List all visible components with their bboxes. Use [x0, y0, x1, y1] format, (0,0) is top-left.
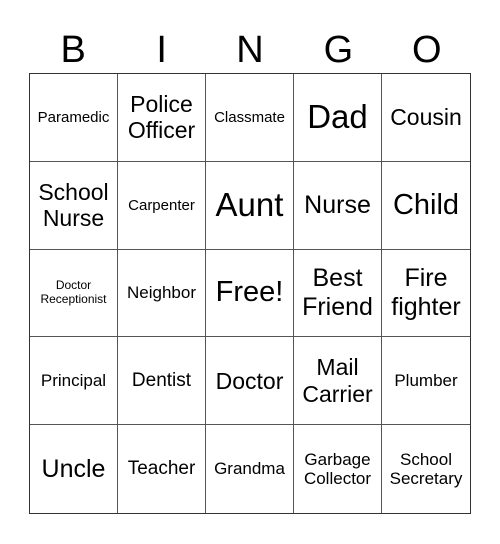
- bingo-cell-label: School Secretary: [389, 449, 463, 489]
- bingo-cell-label: Cousin: [390, 104, 462, 131]
- bingo-cell-label: Garbage Collector: [303, 449, 372, 489]
- bingo-cell: Carpenter: [118, 161, 206, 250]
- bingo-cell-label: Plumber: [394, 371, 458, 391]
- bingo-cell-label: Best Friend: [302, 264, 373, 321]
- bingo-cell-label: Doctor Receptionist: [40, 278, 107, 306]
- bingo-cell: Police Officer: [118, 74, 206, 162]
- bingo-cell-label: Child: [392, 188, 460, 221]
- bingo-cell: Neighbor: [118, 249, 206, 338]
- bingo-cell-label: Paramedic: [37, 108, 110, 126]
- bingo-cell: Uncle: [30, 425, 118, 513]
- bingo-cell-label: Doctor: [215, 367, 284, 394]
- bingo-cell: Garbage Collector: [294, 425, 382, 513]
- bingo-cell: Grandma: [206, 425, 294, 513]
- bingo-cell-label: Classmate: [214, 108, 285, 126]
- bingo-cell: Dentist: [118, 337, 206, 426]
- bingo-cell: School Secretary: [382, 425, 470, 513]
- bingo-cell-label: Nurse: [304, 190, 371, 219]
- bingo-cell: School Nurse: [30, 161, 118, 250]
- bingo-cell: Nurse: [294, 161, 382, 250]
- bingo-cell-free: Free!: [206, 249, 294, 338]
- bingo-cell-label: Teacher: [127, 458, 196, 480]
- bingo-cell-label: Dad: [307, 98, 368, 136]
- bingo-cell-label: Police Officer: [127, 90, 196, 144]
- bingo-cell: Cousin: [382, 74, 470, 162]
- bingo-cell: Doctor Receptionist: [30, 249, 118, 338]
- bingo-cell-label: Grandma: [214, 459, 285, 479]
- bingo-cell: Paramedic: [30, 74, 118, 162]
- header-letter-n: N: [236, 29, 264, 71]
- header-letter-i: I: [156, 29, 167, 71]
- bingo-cell-label: Free!: [215, 276, 284, 309]
- bingo-cell: Aunt: [206, 161, 294, 250]
- bingo-cell-label: Principal: [40, 371, 107, 391]
- bingo-header: B I N G O: [29, 28, 471, 72]
- bingo-cell: Best Friend: [294, 249, 382, 338]
- bingo-cell-label: School Nurse: [38, 178, 109, 232]
- header-letter-g: G: [323, 29, 354, 71]
- bingo-cell: Fire fighter: [382, 250, 470, 338]
- bingo-cell: Teacher: [118, 425, 206, 513]
- header-letter-b: B: [60, 29, 86, 71]
- bingo-cell-label: Dentist: [131, 369, 192, 391]
- bingo-cell-label: Fire fighter: [391, 264, 461, 321]
- bingo-grid: Paramedic Police Officer Classmate Dad Cousi…: [29, 73, 471, 514]
- bingo-cell: Principal: [30, 337, 118, 426]
- bingo-cell-label: Aunt: [215, 186, 284, 224]
- bingo-cell: Doctor: [206, 337, 294, 426]
- bingo-cell: Classmate: [206, 74, 294, 162]
- bingo-cell-label: Mail Carrier: [302, 354, 373, 407]
- bingo-cell: Plumber: [382, 337, 470, 426]
- header-letter-o: O: [412, 29, 442, 71]
- bingo-cell: Mail Carrier: [294, 337, 382, 426]
- bingo-cell: Child: [382, 162, 470, 250]
- bingo-cell-label: Carpenter: [128, 196, 195, 214]
- bingo-cell-label: Uncle: [41, 454, 106, 483]
- bingo-cell: Dad: [294, 74, 382, 162]
- bingo-cell-label: Neighbor: [127, 283, 196, 303]
